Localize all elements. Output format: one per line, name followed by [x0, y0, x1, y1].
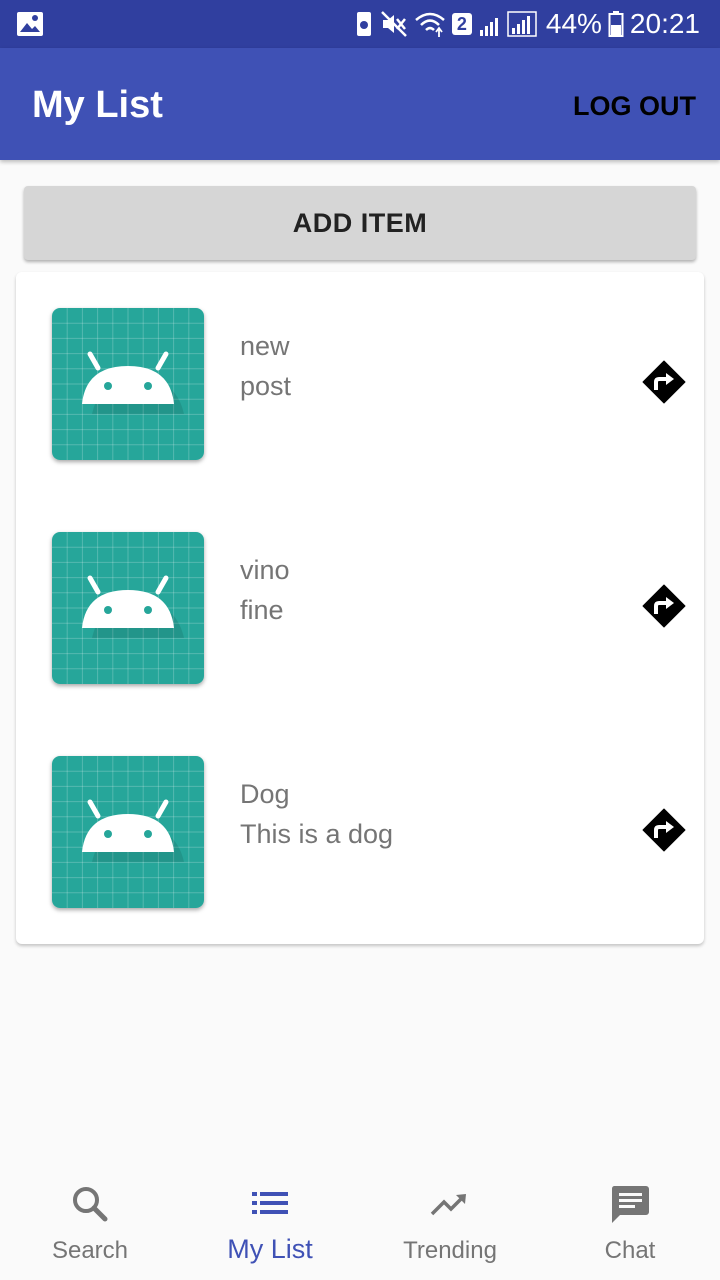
item-list: new post vino fine Dog This is a dog — [16, 272, 704, 944]
item-title: vino — [240, 555, 290, 585]
app-bar: My List LOG OUT — [0, 48, 720, 160]
mute-icon — [380, 10, 408, 38]
list-item[interactable]: vino fine — [16, 496, 704, 720]
directions-icon — [642, 584, 686, 628]
list-item[interactable]: new post — [16, 272, 704, 496]
nav-item-search[interactable]: Search — [0, 1170, 180, 1280]
item-subtitle: post — [240, 371, 292, 401]
battery-icon — [608, 10, 624, 38]
battery-percent: 44% — [545, 8, 602, 39]
bottom-navigation: Search My List Trending Chat — [0, 1170, 720, 1280]
directions-button[interactable] — [642, 360, 686, 404]
status-bar: 2 44% 20:21 — [0, 0, 720, 48]
item-thumbnail — [52, 532, 204, 684]
item-text: new post — [240, 326, 291, 406]
android-placeholder-icon — [52, 756, 204, 908]
trending-icon — [430, 1184, 470, 1224]
sim-badge: 2 — [451, 13, 472, 35]
android-placeholder-icon — [52, 532, 204, 684]
directions-icon — [642, 360, 686, 404]
page-title: My List — [32, 84, 163, 126]
nav-label-search: Search — [51, 1237, 129, 1264]
nav-label-chat: Chat — [604, 1237, 656, 1264]
search-icon — [70, 1184, 110, 1224]
item-text: Dog This is a dog — [240, 774, 393, 854]
wifi-icon — [414, 10, 446, 38]
nav-label-my-list: My List — [227, 1234, 313, 1264]
add-item-button[interactable]: ADD ITEM — [24, 186, 696, 260]
nfc-icon — [354, 10, 374, 38]
item-thumbnail — [52, 756, 204, 908]
chat-icon — [610, 1184, 650, 1224]
nav-item-trending[interactable]: Trending — [360, 1170, 540, 1280]
item-thumbnail — [52, 308, 204, 460]
item-subtitle: fine — [240, 595, 284, 625]
nav-label-trending: Trending — [403, 1237, 497, 1264]
clock: 20:21 — [629, 8, 700, 39]
list-item[interactable]: Dog This is a dog — [16, 720, 704, 944]
nav-item-my-list[interactable]: My List — [180, 1170, 360, 1280]
directions-button[interactable] — [642, 808, 686, 852]
signal-icon — [478, 10, 540, 38]
item-title: new — [240, 331, 290, 361]
logout-button[interactable]: LOG OUT — [573, 90, 696, 122]
nav-item-chat[interactable]: Chat — [540, 1170, 720, 1280]
item-title: Dog — [240, 779, 290, 809]
item-subtitle: This is a dog — [240, 819, 394, 849]
directions-icon — [642, 808, 686, 852]
item-text: vino fine — [240, 550, 290, 630]
list-icon — [250, 1184, 290, 1224]
gallery-notification-icon — [16, 11, 44, 42]
directions-button[interactable] — [642, 584, 686, 628]
android-placeholder-icon — [52, 308, 204, 460]
